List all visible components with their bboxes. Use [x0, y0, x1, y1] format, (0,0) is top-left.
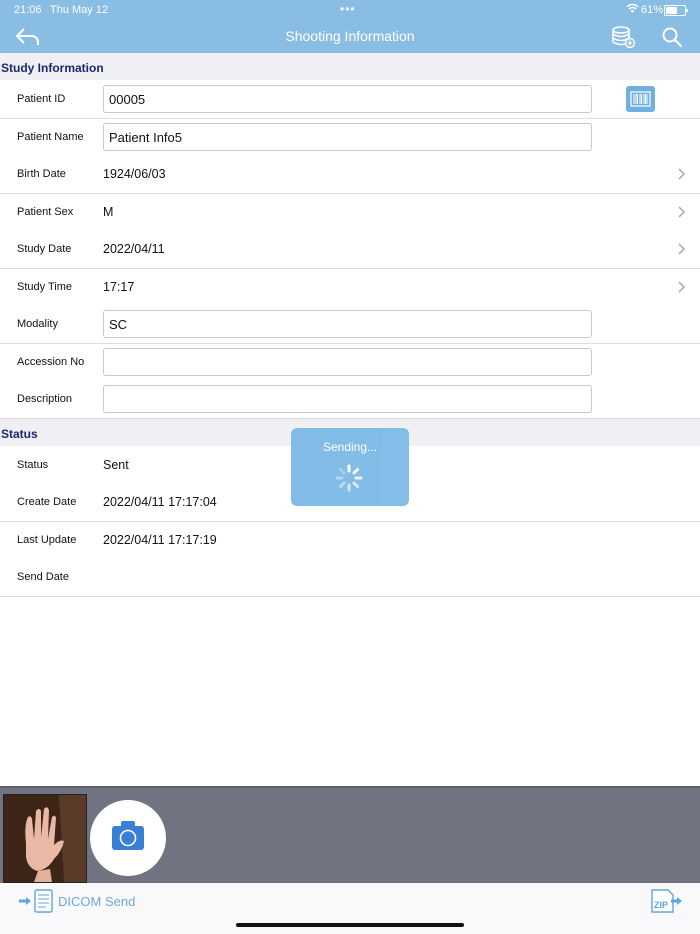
status-time: 21:06 — [14, 4, 42, 16]
status-bar: 21:06 Thu May 12 ••• 61% — [0, 0, 700, 20]
page-title: Shooting Information — [285, 28, 415, 44]
patient-sex-value: M — [103, 205, 114, 219]
last-update-value: 2022/04/11 17:17:19 — [103, 533, 217, 547]
birth-date-value: 1924/06/03 — [103, 167, 166, 181]
field-label: Patient ID — [17, 93, 66, 105]
dicom-send-icon — [19, 889, 53, 913]
dicom-send-label: DICOM Send — [58, 894, 136, 909]
row-study-date[interactable]: Study Date 2022/04/11 — [0, 231, 700, 269]
row-modality: Modality — [0, 306, 700, 344]
row-birth-date[interactable]: Birth Date 1924/06/03 — [0, 156, 700, 194]
field-label: Last Update — [17, 534, 77, 546]
camera-button[interactable] — [90, 800, 166, 876]
study-date-value: 2022/04/11 — [103, 242, 165, 256]
nav-bar: Shooting Information — [0, 20, 700, 53]
battery-percent: 61% — [641, 4, 664, 16]
row-patient-id: Patient ID — [0, 81, 700, 119]
chevron-right-icon — [678, 206, 686, 218]
row-last-update: Last Update 2022/04/11 17:17:19 — [0, 522, 700, 560]
spinner-icon — [335, 464, 363, 492]
chevron-right-icon — [678, 168, 686, 180]
captured-image-thumbnail[interactable] — [3, 794, 87, 883]
description-field[interactable] — [103, 385, 592, 413]
field-label: Description — [17, 393, 73, 405]
row-description: Description — [0, 381, 700, 419]
row-send-date: Send Date — [0, 559, 700, 597]
study-time-value: 17:17 — [103, 280, 135, 294]
status-value: Sent — [103, 458, 129, 472]
modality-field[interactable] — [103, 310, 592, 338]
row-patient-sex[interactable]: Patient Sex M — [0, 194, 700, 232]
barcode-scan-button[interactable] — [626, 86, 655, 112]
row-study-time[interactable]: Study Time 17:17 — [0, 269, 700, 307]
chevron-right-icon — [678, 243, 686, 255]
field-label: Birth Date — [17, 168, 66, 180]
database-icon[interactable] — [610, 24, 636, 50]
patient-name-field[interactable] — [103, 123, 592, 151]
zip-export-icon[interactable]: ZIP — [649, 888, 683, 914]
image-gallery — [0, 786, 700, 885]
accession-no-field[interactable] — [103, 348, 592, 376]
camera-icon — [112, 821, 144, 850]
field-label: Status — [17, 459, 49, 471]
dicom-send-button[interactable]: DICOM Send — [18, 889, 135, 913]
multitask-dots[interactable]: ••• — [340, 2, 356, 16]
hand-image — [4, 795, 86, 882]
field-label: Patient Name — [17, 131, 84, 143]
section-header-study: Study Information — [0, 53, 700, 80]
section-title: Study Information — [1, 61, 104, 75]
patient-id-field[interactable] — [103, 85, 592, 113]
create-date-value: 2022/04/11 17:17:04 — [103, 495, 217, 509]
sending-text: Sending... — [322, 440, 378, 454]
wifi-icon — [626, 3, 639, 13]
field-label: Study Date — [17, 243, 72, 255]
row-patient-name: Patient Name — [0, 119, 700, 157]
field-label: Create Date — [17, 496, 77, 508]
sending-overlay: Sending... — [291, 428, 409, 506]
barcode-icon — [630, 91, 651, 107]
bottom-toolbar: DICOM Send ZIP — [0, 883, 700, 934]
chevron-right-icon — [678, 281, 686, 293]
row-accession-no: Accession No — [0, 344, 700, 382]
section-title: Status — [1, 427, 38, 441]
field-label: Modality — [17, 318, 58, 330]
field-label: Send Date — [17, 571, 69, 583]
field-label: Accession No — [17, 356, 85, 368]
battery-icon — [664, 5, 688, 16]
status-date: Thu May 12 — [50, 4, 109, 16]
field-label: Patient Sex — [17, 206, 74, 218]
field-label: Study Time — [17, 281, 73, 293]
search-icon[interactable] — [660, 25, 684, 49]
svg-text:ZIP: ZIP — [654, 900, 668, 910]
home-indicator[interactable] — [236, 923, 464, 927]
